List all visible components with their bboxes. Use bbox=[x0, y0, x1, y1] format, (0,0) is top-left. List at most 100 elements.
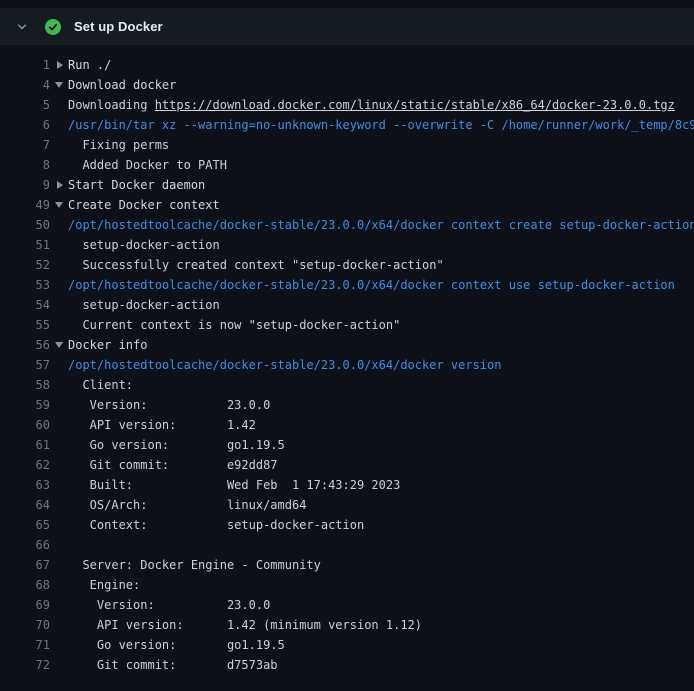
chevron-down-icon[interactable] bbox=[16, 21, 28, 33]
log-text: Context: setup-docker-action bbox=[68, 518, 364, 532]
line-content: Version: 23.0.0 bbox=[68, 395, 694, 415]
line-number[interactable]: 58 bbox=[0, 375, 50, 395]
log-lines: 1 Run ./ 4 Download docker 5 Downloading… bbox=[0, 45, 694, 675]
line-content: Git commit: e92dd87 bbox=[68, 455, 694, 475]
log-line: 68 Engine: bbox=[0, 575, 694, 595]
log-text: Download docker bbox=[68, 78, 176, 92]
log-text: Added Docker to PATH bbox=[68, 158, 227, 172]
log-text: Go version: go1.19.5 bbox=[68, 638, 285, 652]
line-content: OS/Arch: linux/amd64 bbox=[68, 495, 694, 515]
line-number[interactable]: 62 bbox=[0, 455, 50, 475]
line-number[interactable]: 57 bbox=[0, 355, 50, 375]
line-number[interactable]: 70 bbox=[0, 615, 50, 635]
log-line: 64 OS/Arch: linux/amd64 bbox=[0, 495, 694, 515]
line-number[interactable]: 63 bbox=[0, 475, 50, 495]
line-content: Start Docker daemon bbox=[68, 175, 694, 195]
line-number[interactable]: 6 bbox=[0, 115, 50, 135]
log-text: Version: 23.0.0 bbox=[68, 398, 270, 412]
line-content: Run ./ bbox=[68, 55, 694, 75]
line-content: Current context is now "setup-docker-act… bbox=[68, 315, 694, 335]
line-content: setup-docker-action bbox=[68, 295, 694, 315]
log-line: 71 Go version: go1.19.5 bbox=[0, 635, 694, 655]
line-number[interactable]: 59 bbox=[0, 395, 50, 415]
line-content: setup-docker-action bbox=[68, 235, 694, 255]
log-line: 55 Current context is now "setup-docker-… bbox=[0, 315, 694, 335]
line-number[interactable]: 61 bbox=[0, 435, 50, 455]
line-number[interactable]: 8 bbox=[0, 155, 50, 175]
line-number[interactable]: 49 bbox=[0, 195, 50, 215]
line-number[interactable]: 9 bbox=[0, 175, 50, 195]
line-number[interactable]: 71 bbox=[0, 635, 50, 655]
chevron-right-icon[interactable] bbox=[57, 61, 63, 69]
chevron-down-icon[interactable] bbox=[55, 82, 63, 88]
log-text: Run ./ bbox=[68, 58, 111, 72]
log-text: Client: bbox=[68, 378, 133, 392]
log-text: Go version: go1.19.5 bbox=[68, 438, 285, 452]
log-text: Git commit: e92dd87 bbox=[68, 458, 278, 472]
line-number[interactable]: 50 bbox=[0, 215, 50, 235]
log-text: /usr/bin/tar xz --warning=no-unknown-key… bbox=[68, 118, 694, 132]
log-line: 52 Successfully created context "setup-d… bbox=[0, 255, 694, 275]
line-number[interactable]: 69 bbox=[0, 595, 50, 615]
line-number[interactable]: 66 bbox=[0, 535, 50, 555]
log-line: 61 Go version: go1.19.5 bbox=[0, 435, 694, 455]
line-number[interactable]: 52 bbox=[0, 255, 50, 275]
log-line: 59 Version: 23.0.0 bbox=[0, 395, 694, 415]
line-number[interactable]: 53 bbox=[0, 275, 50, 295]
line-number[interactable]: 56 bbox=[0, 335, 50, 355]
log-link[interactable]: https://download.docker.com/linux/static… bbox=[155, 98, 675, 112]
log-line: 72 Git commit: d7573ab bbox=[0, 655, 694, 675]
log-line: 70 API version: 1.42 (minimum version 1.… bbox=[0, 615, 694, 635]
line-number[interactable]: 51 bbox=[0, 235, 50, 255]
log-line: 62 Git commit: e92dd87 bbox=[0, 455, 694, 475]
log-line: 65 Context: setup-docker-action bbox=[0, 515, 694, 535]
line-number[interactable]: 65 bbox=[0, 515, 50, 535]
line-number[interactable]: 4 bbox=[0, 75, 50, 95]
line-number[interactable]: 5 bbox=[0, 95, 50, 115]
line-number[interactable]: 7 bbox=[0, 135, 50, 155]
log-line[interactable]: 49 Create Docker context bbox=[0, 195, 694, 215]
log-text: Fixing perms bbox=[68, 138, 169, 152]
line-number[interactable]: 54 bbox=[0, 295, 50, 315]
log-text: Start Docker daemon bbox=[68, 178, 205, 192]
log-line: 58 Client: bbox=[0, 375, 694, 395]
log-line: 60 API version: 1.42 bbox=[0, 415, 694, 435]
log-line: 54 setup-docker-action bbox=[0, 295, 694, 315]
line-content: Fixing perms bbox=[68, 135, 694, 155]
chevron-down-icon[interactable] bbox=[55, 202, 63, 208]
log-line[interactable]: 1 Run ./ bbox=[0, 55, 694, 75]
line-number[interactable]: 67 bbox=[0, 555, 50, 575]
line-number[interactable]: 68 bbox=[0, 575, 50, 595]
chevron-down-icon[interactable] bbox=[55, 342, 63, 348]
step-header[interactable]: Set up Docker bbox=[0, 8, 694, 45]
log-line: 51 setup-docker-action bbox=[0, 235, 694, 255]
line-content: Go version: go1.19.5 bbox=[68, 635, 694, 655]
log-text: Create Docker context bbox=[68, 198, 220, 212]
log-text: /opt/hostedtoolcache/docker-stable/23.0.… bbox=[68, 218, 694, 232]
line-number[interactable]: 72 bbox=[0, 655, 50, 675]
log-text: /opt/hostedtoolcache/docker-stable/23.0.… bbox=[68, 358, 501, 372]
line-content: Added Docker to PATH bbox=[68, 155, 694, 175]
log-line: 63 Built: Wed Feb 1 17:43:29 2023 bbox=[0, 475, 694, 495]
log-text: Engine: bbox=[68, 578, 140, 592]
log-text: Successfully created context "setup-dock… bbox=[68, 258, 444, 272]
line-content: /opt/hostedtoolcache/docker-stable/23.0.… bbox=[68, 215, 694, 235]
log-line[interactable]: 4 Download docker bbox=[0, 75, 694, 95]
log-line: 5 Downloading https://download.docker.co… bbox=[0, 95, 694, 115]
line-content: Create Docker context bbox=[68, 195, 694, 215]
line-number[interactable]: 64 bbox=[0, 495, 50, 515]
line-number[interactable]: 1 bbox=[0, 55, 50, 75]
line-content: Client: bbox=[68, 375, 694, 395]
chevron-right-icon[interactable] bbox=[57, 181, 63, 189]
log-line[interactable]: 56 Docker info bbox=[0, 335, 694, 355]
line-number[interactable]: 60 bbox=[0, 415, 50, 435]
log-text: setup-docker-action bbox=[68, 298, 220, 312]
log-text: Built: Wed Feb 1 17:43:29 2023 bbox=[68, 478, 400, 492]
log-line: 7 Fixing perms bbox=[0, 135, 694, 155]
line-number[interactable]: 55 bbox=[0, 315, 50, 335]
line-content: Engine: bbox=[68, 575, 694, 595]
line-content: Version: 23.0.0 bbox=[68, 595, 694, 615]
line-content: Downloading https://download.docker.com/… bbox=[68, 95, 694, 115]
log-line[interactable]: 9 Start Docker daemon bbox=[0, 175, 694, 195]
log-text: Version: 23.0.0 bbox=[68, 598, 270, 612]
